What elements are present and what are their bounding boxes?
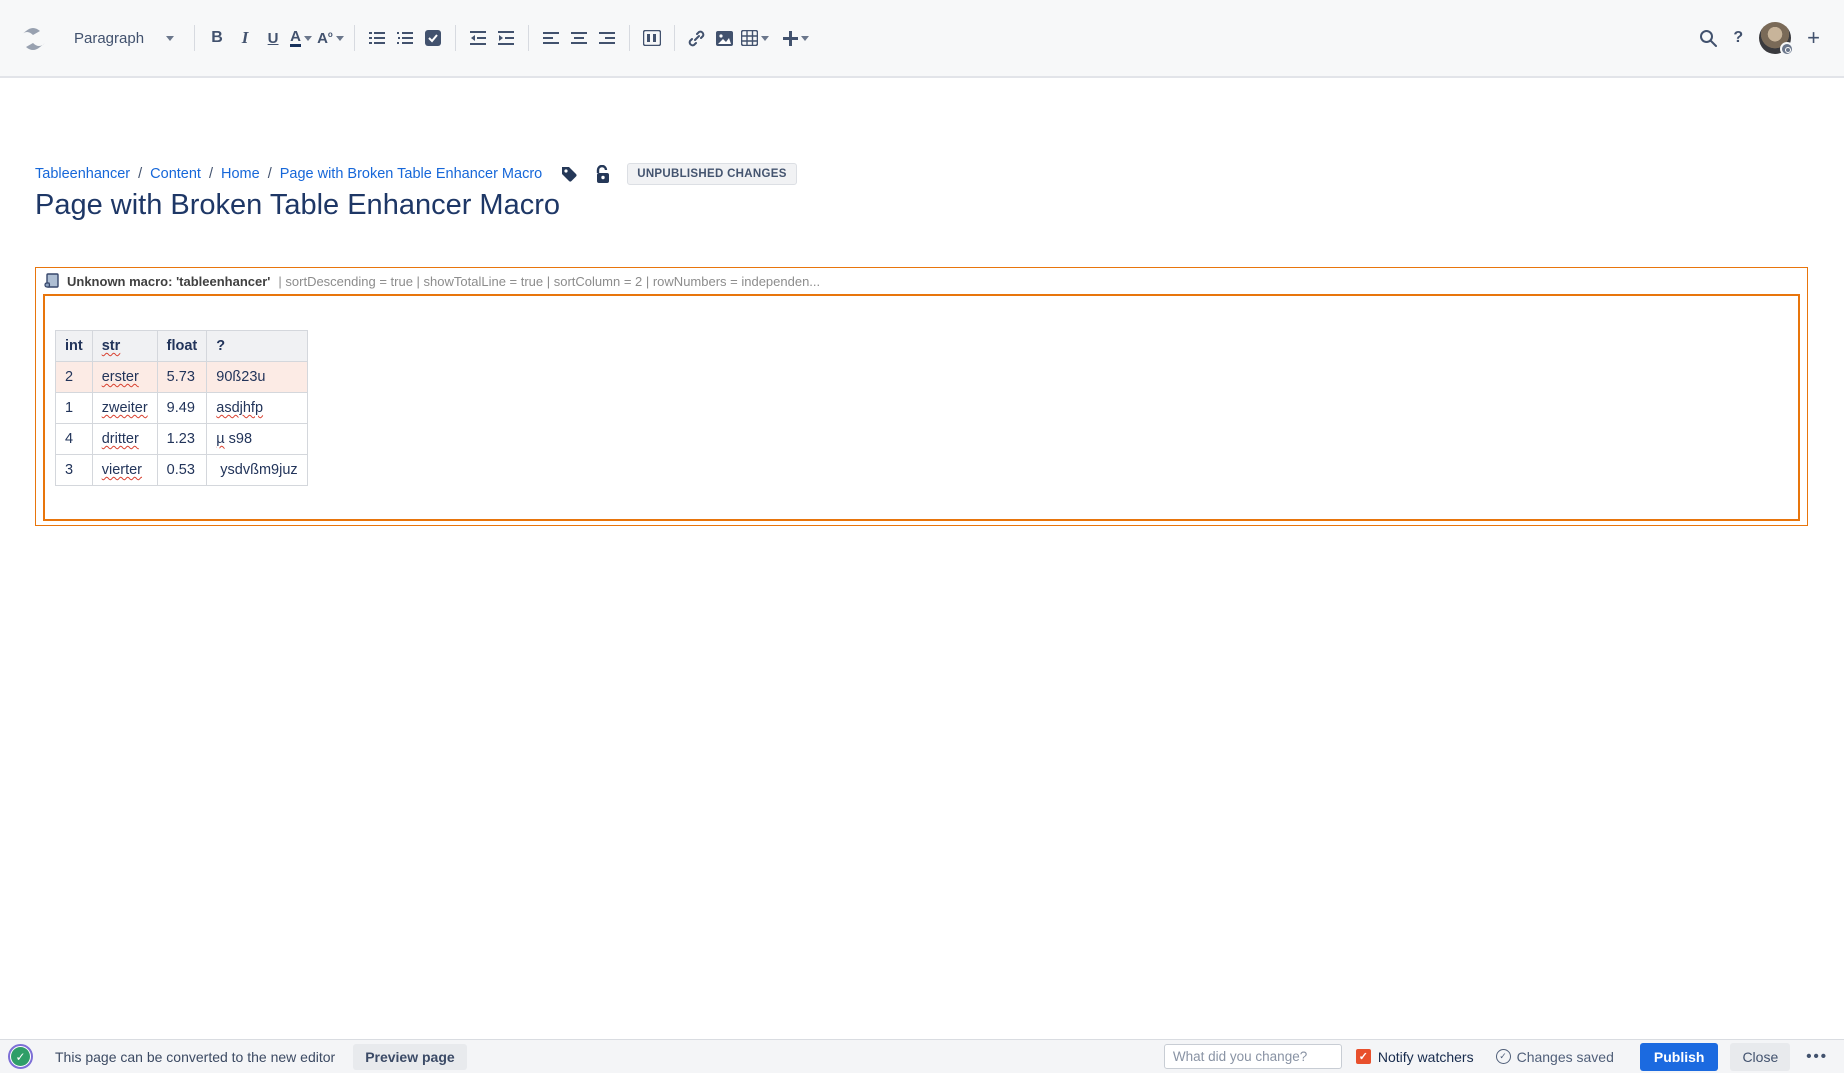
- table-cell[interactable]: zweiter: [92, 393, 157, 424]
- editor-toolbar: Paragraph B I U A Ao: [0, 0, 1844, 78]
- table-cell[interactable]: 1.23: [157, 424, 207, 455]
- changes-saved-label: Changes saved: [1517, 1049, 1614, 1065]
- insert-link-button[interactable]: [685, 23, 709, 53]
- table-header-cell[interactable]: int: [56, 331, 93, 362]
- toolbar-divider: [354, 25, 355, 51]
- breadcrumb-link[interactable]: Tableenhancer: [35, 166, 130, 182]
- unlocked-icon[interactable]: [594, 165, 611, 184]
- more-formatting-dropdown[interactable]: Ao: [317, 23, 344, 53]
- more-options-icon[interactable]: •••: [1806, 1048, 1828, 1065]
- table-cell[interactable]: 2: [56, 362, 93, 393]
- breadcrumb-separator: /: [209, 166, 213, 182]
- bold-button[interactable]: B: [205, 23, 229, 53]
- macro-header: Unknown macro: 'tableenhancer' | sortDes…: [36, 268, 1807, 294]
- table-header-cell[interactable]: str: [92, 331, 157, 362]
- confluence-logo-icon: [20, 26, 46, 50]
- user-avatar[interactable]: [1759, 22, 1791, 54]
- chevron-down-icon: [336, 36, 344, 41]
- table-cell[interactable]: 3: [56, 455, 93, 486]
- breadcrumb-separator: /: [268, 166, 272, 182]
- insert-table-dropdown[interactable]: [741, 23, 769, 53]
- data-table: intstrfloat? 2erster5.7390ß23u1zweiter9.…: [55, 330, 308, 486]
- checkbox-checked-icon[interactable]: ✓: [1356, 1049, 1371, 1064]
- table-cell[interactable]: 0.53: [157, 455, 207, 486]
- table-row: 4dritter1.23µ s98: [56, 424, 308, 455]
- table-cell[interactable]: dritter: [92, 424, 157, 455]
- editor-footer-bar: ✓ This page can be converted to the new …: [0, 1039, 1844, 1073]
- toolbar-divider: [629, 25, 630, 51]
- breadcrumb-link[interactable]: Home: [221, 166, 260, 182]
- table-cell[interactable]: ysdvßm9juz: [207, 455, 307, 486]
- numbered-list-button[interactable]: [393, 23, 417, 53]
- table-cell[interactable]: asdjhfp: [207, 393, 307, 424]
- insert-image-button[interactable]: [713, 23, 737, 53]
- outdent-button[interactable]: [466, 23, 490, 53]
- italic-button[interactable]: I: [233, 23, 257, 53]
- labels-tag-icon[interactable]: [560, 165, 578, 183]
- search-icon[interactable]: [1699, 29, 1717, 47]
- align-left-button[interactable]: [539, 23, 563, 53]
- toolbar-divider: [455, 25, 456, 51]
- close-button[interactable]: Close: [1730, 1043, 1790, 1071]
- saved-check-icon: ✓: [1496, 1049, 1511, 1064]
- notify-watchers-toggle[interactable]: ✓ Notify watchers: [1356, 1049, 1474, 1065]
- table-row: 2erster5.7390ß23u: [56, 362, 308, 393]
- table-cell[interactable]: 9.49: [157, 393, 207, 424]
- breadcrumb-link[interactable]: Page with Broken Table Enhancer Macro: [280, 166, 543, 182]
- help-icon[interactable]: ?: [1733, 29, 1743, 47]
- chevron-down-icon: [801, 36, 809, 41]
- text-color-dropdown[interactable]: A: [289, 23, 313, 53]
- macro-scroll-icon: [44, 273, 59, 290]
- toolbar-divider: [528, 25, 529, 51]
- paragraph-style-dropdown[interactable]: Paragraph: [60, 26, 184, 51]
- align-center-button[interactable]: [567, 23, 591, 53]
- table-cell[interactable]: µ s98: [207, 424, 307, 455]
- changes-saved-status: ✓ Changes saved: [1496, 1049, 1614, 1065]
- indent-button[interactable]: [494, 23, 518, 53]
- table-cell[interactable]: erster: [92, 362, 157, 393]
- create-plus-icon[interactable]: +: [1807, 25, 1820, 51]
- chevron-down-icon: [166, 36, 174, 41]
- breadcrumb-link[interactable]: Content: [150, 166, 201, 182]
- table-cell[interactable]: vierter: [92, 455, 157, 486]
- toolbar-divider: [674, 25, 675, 51]
- insert-more-dropdown[interactable]: [783, 23, 809, 53]
- unpublished-changes-badge: UNPUBLISHED CHANGES: [627, 163, 796, 185]
- table-cell[interactable]: 4: [56, 424, 93, 455]
- notify-watchers-label: Notify watchers: [1378, 1049, 1474, 1065]
- paragraph-style-label: Paragraph: [74, 30, 144, 47]
- table-cell[interactable]: 5.73: [157, 362, 207, 393]
- breadcrumb-separator: /: [138, 166, 142, 182]
- breadcrumb: Tableenhancer / Content / Home / Page with Bro…: [35, 163, 797, 185]
- table-header-row: intstrfloat?: [56, 331, 308, 362]
- table-cell[interactable]: 1: [56, 393, 93, 424]
- table-cell[interactable]: 90ß23u: [207, 362, 307, 393]
- chevron-down-icon: [304, 36, 312, 41]
- preview-page-button[interactable]: Preview page: [353, 1044, 467, 1070]
- table-row: 1zweiter9.49asdjhfp: [56, 393, 308, 424]
- publish-button[interactable]: Publish: [1640, 1043, 1719, 1071]
- macro-title: Unknown macro: 'tableenhancer': [67, 274, 270, 289]
- change-comment-input[interactable]: [1164, 1044, 1342, 1069]
- bullet-list-button[interactable]: [365, 23, 389, 53]
- page-layout-button[interactable]: [640, 23, 664, 53]
- page-title[interactable]: Page with Broken Table Enhancer Macro: [35, 189, 560, 222]
- align-right-button[interactable]: [595, 23, 619, 53]
- macro-params: | sortDescending = true | showTotalLine …: [278, 274, 820, 289]
- table-row: 3vierter0.53 ysdvßm9juz: [56, 455, 308, 486]
- unknown-macro-block[interactable]: Unknown macro: 'tableenhancer' | sortDes…: [35, 267, 1808, 526]
- task-list-button[interactable]: [421, 23, 445, 53]
- convert-message: This page can be converted to the new ed…: [55, 1049, 335, 1065]
- convert-check-icon: ✓: [8, 1044, 33, 1069]
- underline-button[interactable]: U: [261, 23, 285, 53]
- chevron-down-icon: [761, 36, 769, 41]
- macro-body[interactable]: intstrfloat? 2erster5.7390ß23u1zweiter9.…: [43, 294, 1800, 521]
- avatar-status-badge: [1780, 42, 1794, 56]
- table-header-cell[interactable]: ?: [207, 331, 307, 362]
- table-header-cell[interactable]: float: [157, 331, 207, 362]
- toolbar-divider: [194, 25, 195, 51]
